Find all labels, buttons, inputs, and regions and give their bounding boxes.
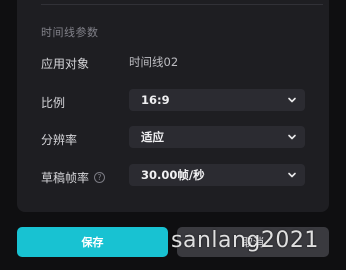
ratio-select-value: 16:9 — [141, 93, 170, 107]
save-button[interactable]: 保存 — [17, 227, 168, 257]
watermark: sanlang2021 — [171, 228, 319, 253]
timeline-settings-dialog: 时间线参数 应用对象 时间线02 比例 16:9 分辨率 适应 草稿帧率 ? 3… — [0, 0, 346, 270]
ratio-label-text: 比例 — [41, 96, 66, 110]
apply-target-label-text: 应用对象 — [41, 57, 90, 71]
section-title: 时间线参数 — [41, 26, 99, 39]
settings-panel: 时间线参数 应用对象 时间线02 比例 16:9 分辨率 适应 草稿帧率 ? 3… — [17, 0, 329, 212]
resolution-label: 分辨率 — [41, 131, 77, 148]
draft-frame-rate-select[interactable]: 30.00帧/秒 — [129, 164, 305, 186]
apply-target-label: 应用对象 — [41, 55, 89, 72]
draft-frame-rate-label: 草稿帧率 ? — [41, 169, 106, 186]
chevron-down-icon — [288, 97, 296, 103]
resolution-select[interactable]: 适应 — [129, 126, 305, 148]
divider — [41, 4, 323, 5]
help-circle-icon[interactable]: ? — [94, 172, 106, 183]
chevron-down-icon — [288, 172, 296, 178]
draft-frame-rate-label-text: 草稿帧率 — [41, 171, 90, 185]
ratio-label: 比例 — [41, 94, 65, 111]
chevron-down-icon — [288, 134, 296, 140]
resolution-select-value: 适应 — [141, 130, 164, 144]
resolution-label-text: 分辨率 — [41, 133, 78, 147]
ratio-select[interactable]: 16:9 — [129, 89, 305, 111]
apply-target-value: 时间线02 — [129, 55, 179, 69]
draft-frame-rate-select-value: 30.00帧/秒 — [141, 168, 205, 182]
